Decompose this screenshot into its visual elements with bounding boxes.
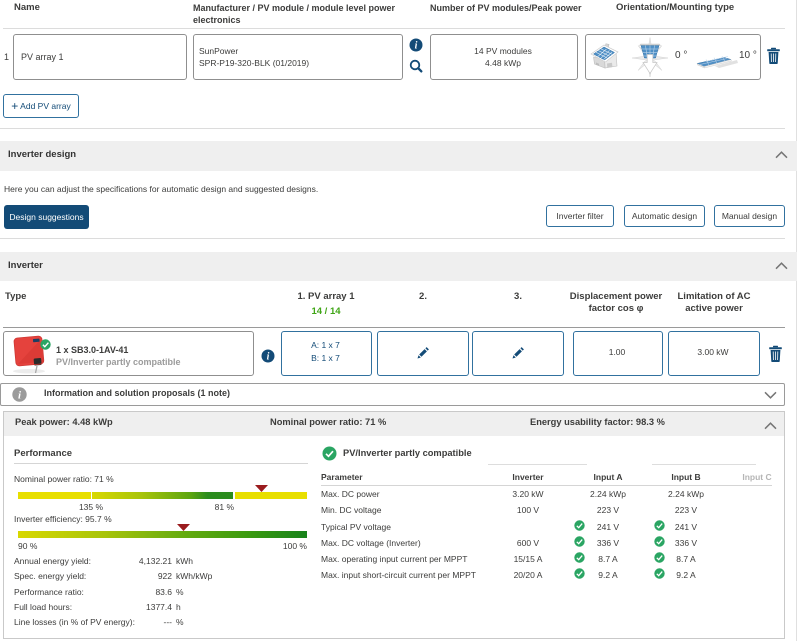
svg-text:i: i xyxy=(267,352,270,363)
svg-text:i: i xyxy=(415,41,418,52)
